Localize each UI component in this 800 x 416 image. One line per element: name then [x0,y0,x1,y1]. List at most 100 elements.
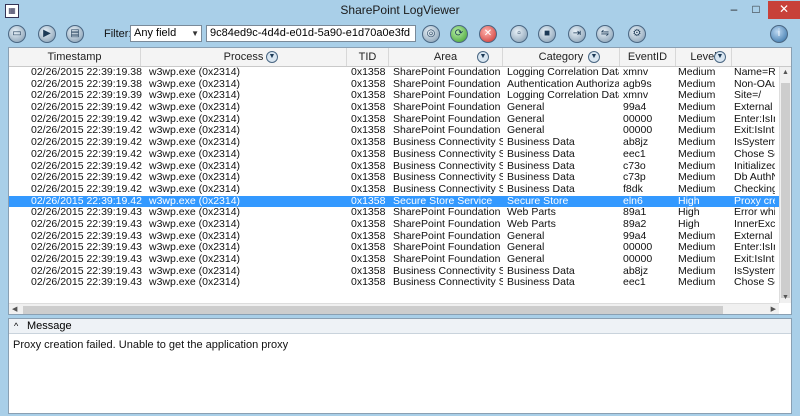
table-cell: Enter:IsInt [734,113,775,125]
message-header[interactable]: ^ Message [9,319,791,334]
scroll-thumb[interactable] [781,83,790,298]
table-cell: Medium [678,230,716,242]
minimize-button[interactable]: – [723,1,745,19]
scroll-thumb[interactable] [23,306,723,314]
table-cell: 00000 [623,254,653,265]
table-cell: Exit:IsIntra [734,125,775,137]
filter-field-value: Any field [134,27,177,39]
table-cell: 0x1358 [351,218,386,230]
scroll-down-icon[interactable]: ▼ [782,294,789,301]
filter-icon[interactable]: ▼ [477,51,489,63]
col-category[interactable]: Category [503,48,620,66]
table-row[interactable]: 02/26/2015 22:39:19.42 w3wp.exe (0x2314) 0… [9,114,779,126]
col-timestamp[interactable]: Timestamp [9,48,141,66]
table-cell: High [678,207,700,219]
scroll-up-icon[interactable]: ▲ [782,69,789,76]
table-row[interactable]: 02/26/2015 22:39:19.43 w3wp.exe (0x2314) 0… [9,219,779,231]
table-cell: Business Connectivity Ser [393,137,503,149]
table-cell: 02/26/2015 22:39:19.42 [31,125,142,137]
filter-label: Filter: [104,28,132,40]
table-row[interactable]: 02/26/2015 22:39:19.42 w3wp.exe (0x2314) 0… [9,102,779,114]
refresh-icon[interactable]: ⟳ [450,25,468,43]
table-cell: w3wp.exe (0x2314) [149,172,241,184]
col-eventid[interactable]: EventID [620,48,676,66]
table-cell: w3wp.exe (0x2314) [149,207,241,219]
table-cell: 02/26/2015 22:39:19.43 [31,254,142,265]
table-cell: Business Data [507,148,575,160]
maximize-button[interactable]: □ [745,1,767,19]
table-row[interactable]: 02/26/2015 22:39:19.38 w3wp.exe (0x2314) 0… [9,67,779,79]
table-row[interactable]: 02/26/2015 22:39:19.42 w3wp.exe (0x2314) 0… [9,195,779,208]
stop-icon[interactable]: ■ [538,25,556,43]
table-row[interactable]: 02/26/2015 22:39:19.42 w3wp.exe (0x2314) 0… [9,184,779,196]
info-icon[interactable]: i [770,25,788,43]
export-icon[interactable]: ⇥ [568,25,586,43]
table-cell: General [507,102,545,114]
filter-input[interactable]: 9c84ed9c-4d4d-e01d-5a90-e1d70a0e3fd [206,25,416,42]
settings-icon[interactable]: ⚙ [628,25,646,43]
table-cell: 89a2 [623,218,647,230]
table-row[interactable]: 02/26/2015 22:39:19.42 w3wp.exe (0x2314) 0… [9,125,779,137]
table-row[interactable]: 02/26/2015 22:39:19.42 w3wp.exe (0x2314) 0… [9,149,779,161]
bookmark-icon[interactable]: ⇋ [596,25,614,43]
table-cell: w3wp.exe (0x2314) [149,113,241,125]
table-cell: General [507,254,545,265]
table-cell: eec1 [623,148,646,160]
col-tid[interactable]: TID [347,48,389,66]
table-row[interactable]: 02/26/2015 22:39:19.43 w3wp.exe (0x2314) 0… [9,254,779,266]
table-row[interactable]: 02/26/2015 22:39:19.43 w3wp.exe (0x2314) 0… [9,266,779,278]
filter-field-select[interactable]: Any field ▼ [130,25,202,42]
col-label: Category [538,51,584,63]
table-cell: Medium [678,242,716,254]
play-icon[interactable]: ▶ [38,25,56,43]
copy-icon[interactable]: ▫ [510,25,528,43]
table-cell: w3wp.exe (0x2314) [149,137,241,149]
filter-icon[interactable]: ▼ [266,51,278,63]
table-cell: Business Connectivity Ser [393,265,503,277]
table-cell: 0x1358 [351,254,386,265]
table-cell: w3wp.exe (0x2314) [149,277,241,289]
horizontal-scrollbar[interactable]: ◀ ▶ [9,303,779,314]
table-cell: w3wp.exe (0x2314) [149,78,241,90]
table-cell: Medium [678,137,716,149]
table-cell: 02/26/2015 22:39:19.42 [31,160,142,172]
print-icon[interactable]: ▤ [66,25,84,43]
table-cell: 02/26/2015 22:39:19.42 [31,172,142,184]
table-cell: 0x1358 [351,160,386,172]
table-cell: 0x1358 [351,125,386,137]
table-row[interactable]: 02/26/2015 22:39:19.43 w3wp.exe (0x2314) 0… [9,207,779,219]
table-cell: ab8jz [623,137,649,149]
table-cell: Web Parts [507,207,556,219]
filter-icon[interactable]: ▼ [588,51,600,63]
chevron-up-icon[interactable]: ^ [14,319,18,333]
col-message[interactable] [732,48,791,66]
col-process[interactable]: Process [141,48,347,66]
close-button[interactable]: ✕ [768,1,800,19]
table-row[interactable]: 02/26/2015 22:39:19.38 w3wp.exe (0x2314) 0… [9,79,779,91]
table-row[interactable]: 02/26/2015 22:39:19.43 w3wp.exe (0x2314) 0… [9,231,779,243]
open-icon[interactable]: ▭ [8,25,26,43]
table-cell: w3wp.exe (0x2314) [149,183,241,195]
table-row[interactable]: 02/26/2015 22:39:19.42 w3wp.exe (0x2314) 0… [9,172,779,184]
table-cell: General [507,113,545,125]
vertical-scrollbar[interactable]: ▲ ▼ [779,67,791,303]
table-cell: SharePoint Foundation [393,125,501,137]
table-row[interactable]: 02/26/2015 22:39:19.42 w3wp.exe (0x2314) 0… [9,137,779,149]
clear-icon[interactable]: ✕ [479,25,497,43]
table-row[interactable]: 02/26/2015 22:39:19.42 w3wp.exe (0x2314) 0… [9,161,779,173]
table-cell: 0x1358 [351,113,386,125]
scroll-right-icon[interactable]: ▶ [771,305,776,313]
table-cell: 0x1358 [351,195,386,207]
message-title: Message [27,320,72,332]
table-cell: IsSystemTy [734,265,775,277]
table-row[interactable]: 02/26/2015 22:39:19.43 w3wp.exe (0x2314) 0… [9,242,779,254]
table-row[interactable]: 02/26/2015 22:39:19.39 w3wp.exe (0x2314) 0… [9,90,779,102]
table-cell: 02/26/2015 22:39:19.43 [31,242,142,254]
table-cell: 02/26/2015 22:39:19.38 [31,78,142,90]
filter-icon[interactable]: ▼ [714,51,726,63]
filter-apply-icon[interactable]: ◎ [422,25,440,43]
scroll-left-icon[interactable]: ◀ [12,305,17,313]
table-row[interactable]: 02/26/2015 22:39:19.43 w3wp.exe (0x2314) 0… [9,277,779,289]
table-cell: 02/26/2015 22:39:19.43 [31,218,142,230]
table-cell: Name=Req [734,67,775,78]
